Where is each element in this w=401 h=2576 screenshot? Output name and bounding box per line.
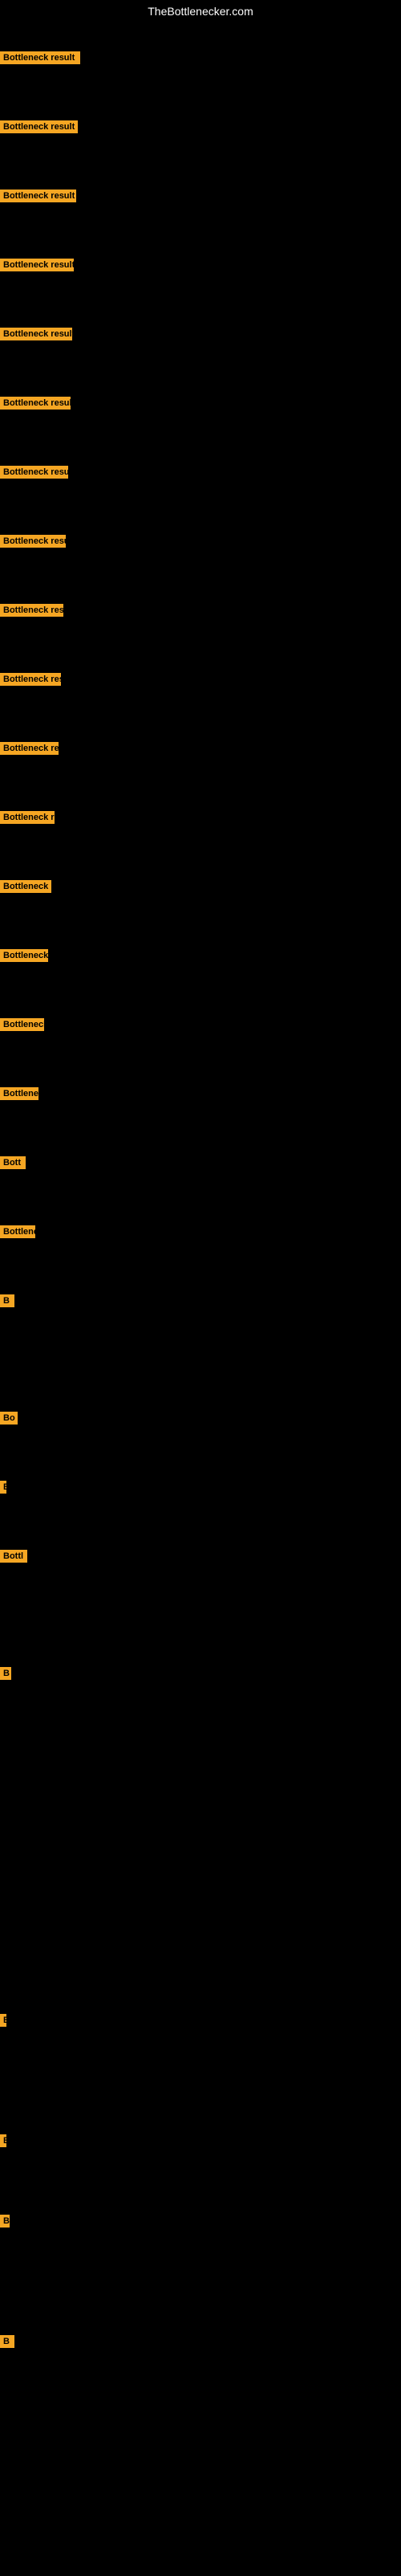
bottleneck-label-25: B [0,2134,6,2147]
bottleneck-item-18: Bottlene [0,1225,35,1242]
bottleneck-item-16: Bottlenec [0,1087,38,1104]
bottleneck-label-2: Bottleneck result [0,120,78,133]
bottleneck-label-24: B [0,2014,6,2027]
bottleneck-item-5: Bottleneck result [0,328,72,344]
bottleneck-item-2: Bottleneck result [0,120,78,137]
bottleneck-label-11: Bottleneck result [0,742,59,755]
bottleneck-label-27: B [0,2335,14,2348]
bottleneck-item-19: B [0,1294,14,1311]
bottleneck-item-22: Bottl [0,1550,27,1567]
bottleneck-label-7: Bottleneck result [0,466,68,479]
bottleneck-item-1: Bottleneck result [0,51,80,68]
bottleneck-label-8: Bottleneck result [0,535,66,548]
bottleneck-label-6: Bottleneck result [0,397,71,410]
bottleneck-label-26: B [0,2215,10,2228]
bottleneck-item-10: Bottleneck result [0,673,61,690]
bottleneck-item-6: Bottleneck result [0,397,71,414]
bottleneck-item-27: B [0,2335,14,2352]
bottleneck-label-17: Bott [0,1156,26,1169]
bottleneck-label-13: Bottleneck re [0,880,51,893]
bottleneck-item-9: Bottleneck result [0,604,63,621]
site-title: TheBottlenecker.com [0,0,401,22]
bottleneck-item-13: Bottleneck re [0,880,51,897]
bottleneck-item-20: Bo [0,1412,18,1429]
bottleneck-item-14: Bottleneck re [0,949,48,966]
bottleneck-item-3: Bottleneck result [0,190,76,206]
bottleneck-item-21: B [0,1481,6,1498]
bottleneck-item-7: Bottleneck result [0,466,68,483]
bottleneck-label-16: Bottlenec [0,1087,38,1100]
bottleneck-label-5: Bottleneck result [0,328,72,340]
bottleneck-item-23: B [0,1667,11,1684]
bottleneck-item-17: Bott [0,1156,26,1173]
bottleneck-item-12: Bottleneck re [0,811,55,828]
bottleneck-item-26: B [0,2215,10,2232]
bottleneck-label-20: Bo [0,1412,18,1425]
bottleneck-item-11: Bottleneck result [0,742,59,759]
bottleneck-item-25: B [0,2134,6,2151]
bottleneck-label-3: Bottleneck result [0,190,76,202]
bottleneck-item-15: Bottleneck re [0,1018,44,1035]
bottleneck-label-1: Bottleneck result [0,51,80,64]
bottleneck-label-19: B [0,1294,14,1307]
bottleneck-item-24: B [0,2014,6,2031]
bottleneck-label-4: Bottleneck result [0,259,74,271]
bottleneck-item-4: Bottleneck result [0,259,74,275]
bottleneck-label-22: Bottl [0,1550,27,1563]
bottleneck-label-23: B [0,1667,11,1680]
bottleneck-label-18: Bottlene [0,1225,35,1238]
bottleneck-label-9: Bottleneck result [0,604,63,617]
bottleneck-label-12: Bottleneck re [0,811,55,824]
bottleneck-label-15: Bottleneck re [0,1018,44,1031]
bottleneck-item-8: Bottleneck result [0,535,66,552]
bottleneck-label-14: Bottleneck re [0,949,48,962]
bottleneck-label-10: Bottleneck result [0,673,61,686]
bottleneck-label-21: B [0,1481,6,1494]
